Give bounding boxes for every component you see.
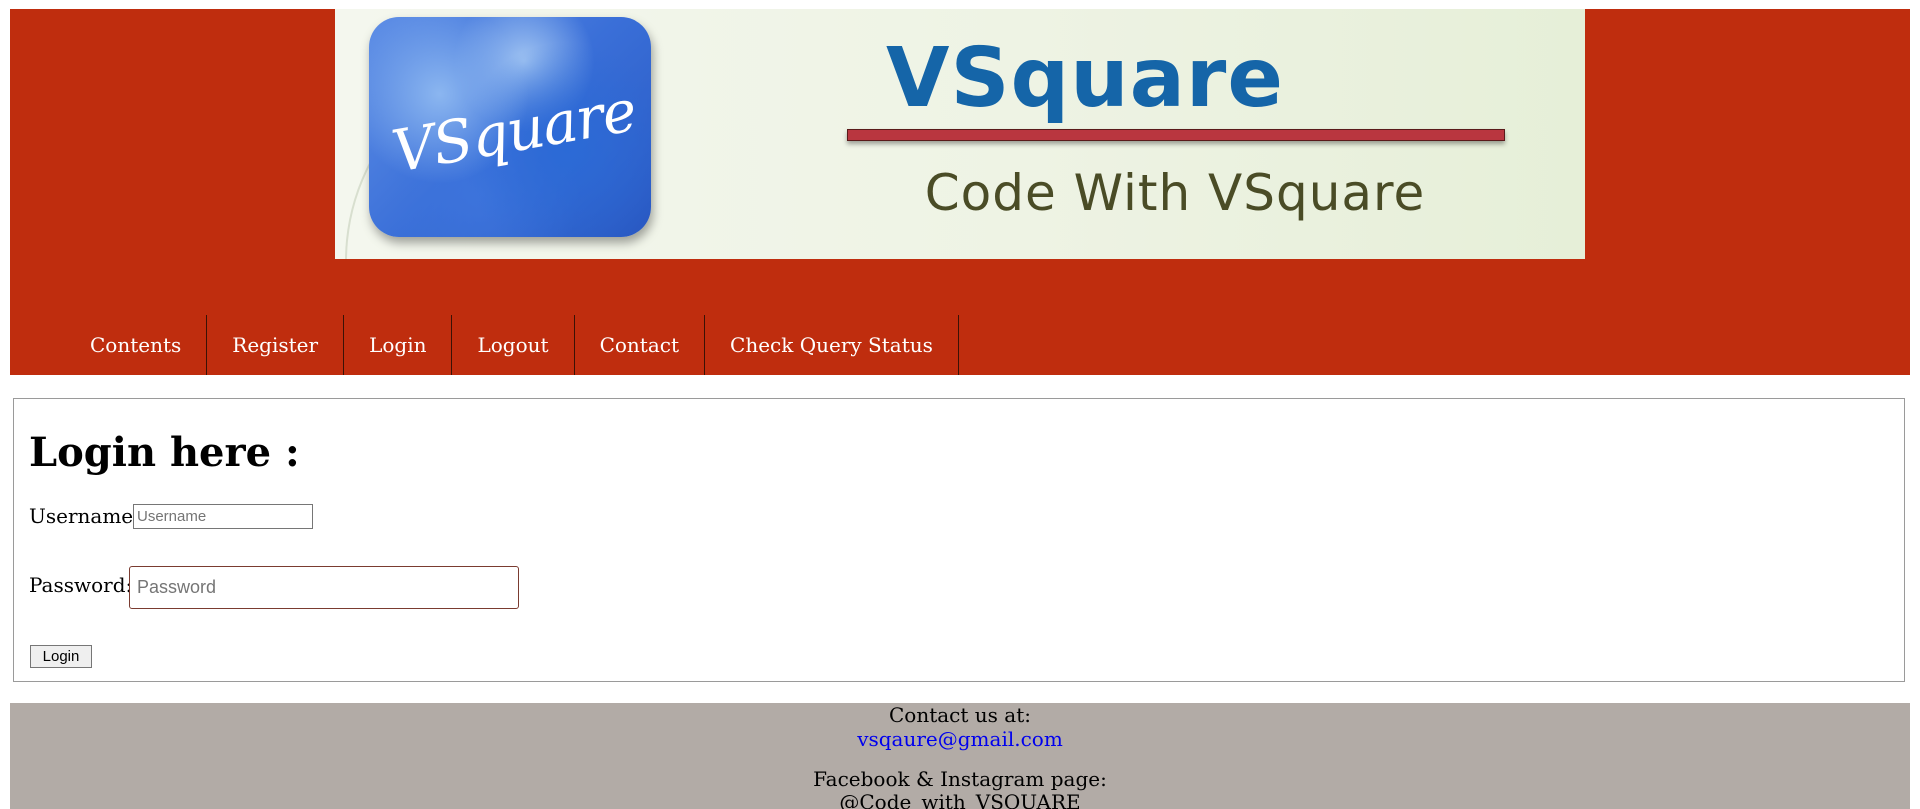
banner-title: VSquare	[886, 31, 1284, 126]
username-label: Username:	[29, 504, 140, 528]
site-footer: Contact us at: vsqaure@gmail.com Faceboo…	[10, 703, 1910, 809]
nav-register[interactable]: Register	[207, 315, 345, 375]
contact-heading: Contact us at:	[889, 703, 1031, 727]
login-heading: Login here :	[29, 429, 300, 476]
banner-divider	[847, 129, 1505, 141]
password-input[interactable]	[129, 566, 519, 609]
social-handle: @Code_with_VSQUARE	[839, 790, 1081, 809]
login-form: Login here : Username: Password: Login	[13, 398, 1905, 682]
page: VSquare VSquare Code With VSquare Conten…	[0, 0, 1920, 809]
site-header: VSquare VSquare Code With VSquare Conten…	[10, 9, 1910, 375]
nav-contact[interactable]: Contact	[575, 315, 706, 375]
login-button[interactable]: Login	[30, 645, 92, 668]
username-input[interactable]	[133, 504, 313, 529]
logo-tile: VSquare	[369, 17, 651, 237]
password-label: Password:	[29, 573, 133, 597]
main-nav: Contents Register Login Logout Contact C…	[65, 315, 959, 375]
nav-login[interactable]: Login	[344, 315, 453, 375]
logo-text: VSquare	[387, 76, 641, 186]
nav-logout[interactable]: Logout	[452, 315, 575, 375]
nav-check-query-status[interactable]: Check Query Status	[705, 315, 959, 375]
social-heading: Facebook & Instagram page:	[813, 767, 1107, 791]
banner-image: VSquare VSquare Code With VSquare	[335, 9, 1585, 259]
contact-email-link[interactable]: vsqaure@gmail.com	[857, 727, 1063, 751]
nav-contents[interactable]: Contents	[65, 315, 208, 375]
banner-subtitle: Code With VSquare	[924, 164, 1426, 222]
